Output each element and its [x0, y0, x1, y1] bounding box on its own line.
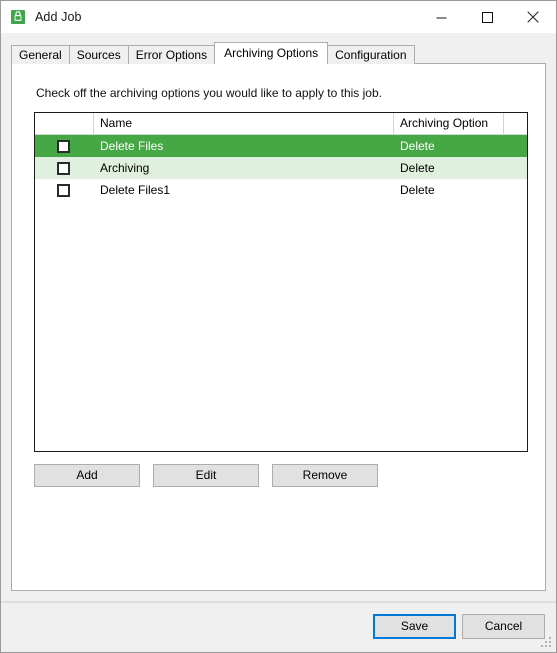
tab-sources[interactable]: Sources [68, 45, 129, 64]
save-button[interactable]: Save [373, 614, 456, 639]
tab-strip: General Sources Error Options Archiving … [11, 42, 556, 64]
maximize-icon [481, 11, 493, 23]
row-filler [504, 179, 527, 201]
grid-header-filler[interactable] [504, 113, 527, 134]
grid-header-archiving-option[interactable]: Archiving Option [394, 113, 504, 134]
grid-header-name[interactable]: Name [94, 113, 394, 134]
checkbox-icon[interactable] [57, 139, 70, 153]
row-checkbox-cell[interactable] [35, 157, 94, 179]
tab-configuration[interactable]: Configuration [327, 45, 415, 64]
row-name: Delete Files [100, 139, 164, 153]
remove-button[interactable]: Remove [272, 464, 378, 487]
cancel-button[interactable]: Cancel [462, 614, 545, 639]
checkbox-icon[interactable] [57, 161, 70, 175]
app-green-lock-icon [10, 9, 26, 25]
grid-header-row: Name Archiving Option [35, 113, 527, 135]
title-bar: Add Job [1, 1, 556, 33]
edit-button[interactable]: Edit [153, 464, 259, 487]
row-archiving-option: Delete [400, 183, 435, 197]
table-row[interactable]: Archiving Delete [35, 157, 527, 179]
row-filler [504, 135, 527, 157]
minimize-icon [436, 17, 446, 18]
window-title: Add Job [35, 10, 82, 24]
dialog-footer: Save Cancel [1, 602, 556, 652]
minimize-button[interactable] [418, 1, 464, 33]
tab-general[interactable]: General [11, 45, 70, 64]
table-row[interactable]: Delete Files1 Delete [35, 179, 527, 201]
maximize-button[interactable] [464, 1, 510, 33]
row-archiving-option: Delete [400, 161, 435, 175]
tab-archiving-options[interactable]: Archiving Options [214, 42, 329, 64]
archiving-options-grid[interactable]: Name Archiving Option Delete Files Delet… [34, 112, 528, 452]
add-job-dialog: Add Job General Sources Error Options Ar… [0, 0, 557, 653]
tab-error-options[interactable]: Error Options [127, 45, 216, 64]
footer-buttons: Save Cancel [373, 614, 545, 639]
window-controls [418, 1, 556, 33]
table-row[interactable]: Delete Files Delete [35, 135, 527, 157]
checkbox-icon[interactable] [57, 183, 70, 197]
close-button[interactable] [510, 1, 556, 33]
row-filler [504, 157, 527, 179]
resize-grip-icon[interactable] [541, 637, 553, 649]
row-checkbox-cell[interactable] [35, 135, 94, 157]
grid-header-checkbox[interactable] [35, 113, 94, 134]
row-archiving-option: Delete [400, 139, 435, 153]
row-checkbox-cell[interactable] [35, 179, 94, 201]
row-name: Archiving [100, 161, 150, 175]
instruction-text: Check off the archiving options you woul… [36, 86, 382, 100]
archiving-options-panel: Check off the archiving options you woul… [11, 63, 546, 591]
add-button[interactable]: Add [34, 464, 140, 487]
close-icon [527, 11, 539, 23]
row-name: Delete Files1 [100, 183, 171, 197]
grid-action-buttons: Add Edit Remove [34, 464, 378, 487]
